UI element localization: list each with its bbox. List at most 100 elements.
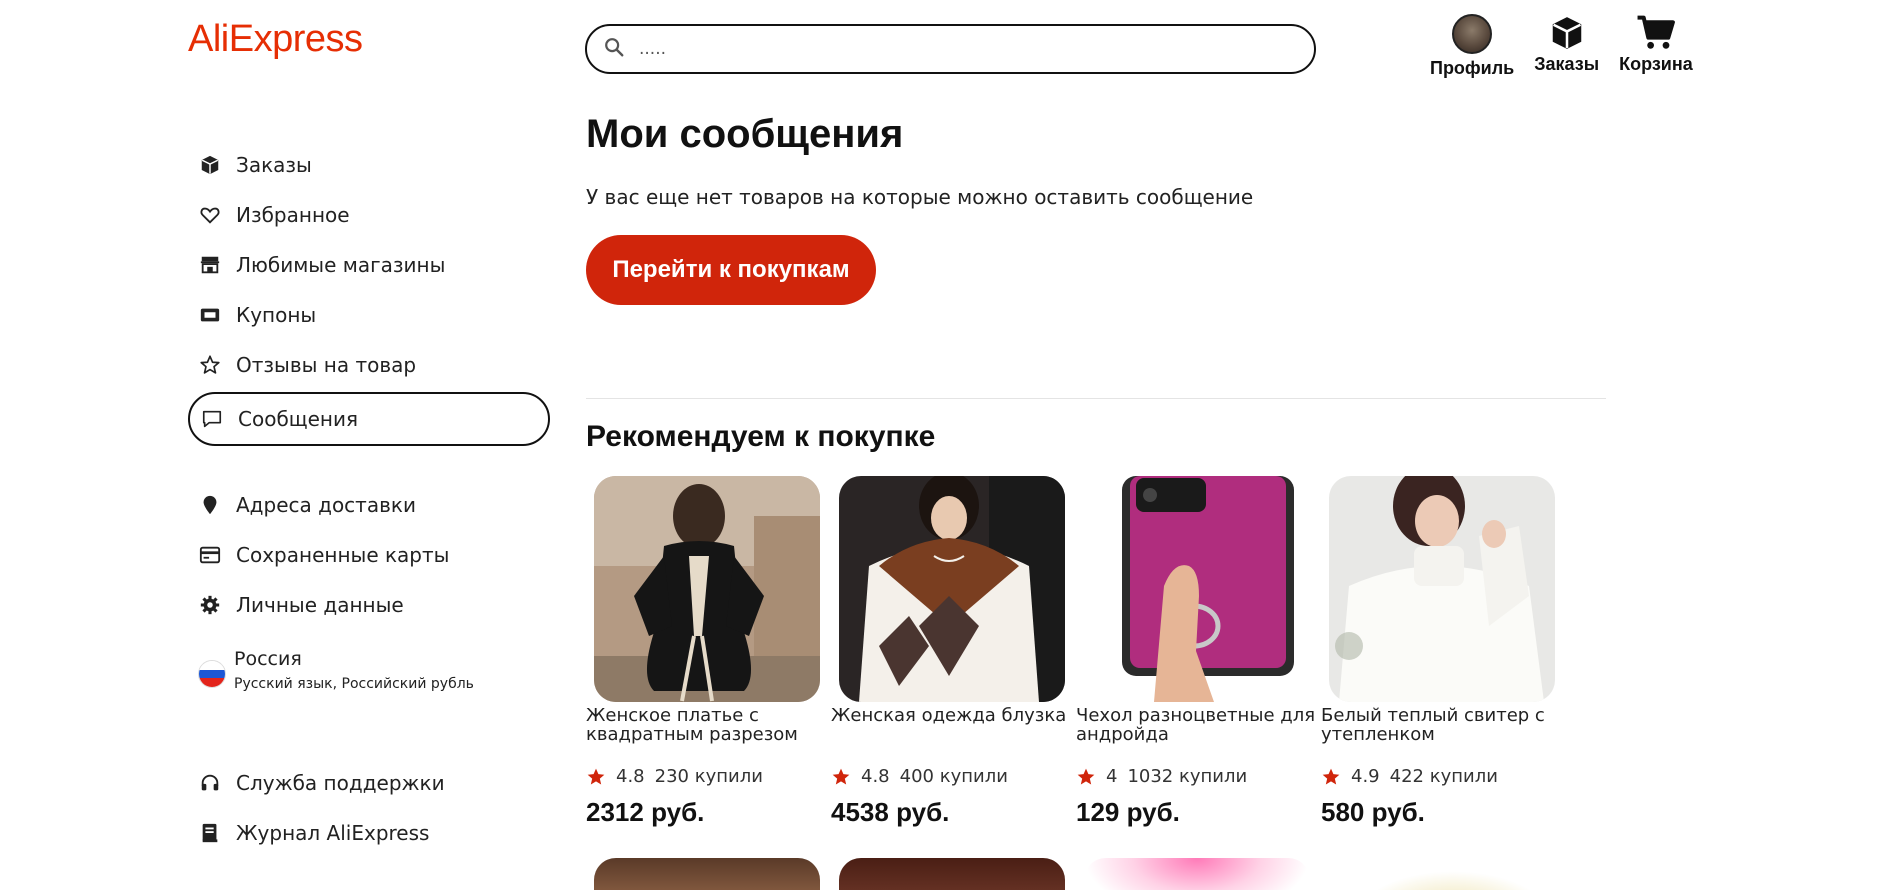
product-sold-count: 422 купили bbox=[1389, 766, 1498, 787]
profile-label: Профиль bbox=[1430, 58, 1515, 78]
headphones-icon bbox=[198, 771, 222, 795]
product-grid-row-2 bbox=[586, 858, 1566, 890]
sidebar-item-stores[interactable]: Любимые магазины bbox=[188, 240, 550, 290]
russia-flag-icon bbox=[198, 660, 226, 688]
sidebar-item-addresses[interactable]: Адреса доставки bbox=[188, 480, 550, 530]
product-price: 4538 руб. bbox=[831, 797, 950, 827]
message-icon bbox=[200, 407, 224, 431]
orders-link[interactable]: Заказы bbox=[1534, 12, 1599, 79]
sidebar-item-coupons[interactable]: Купоны bbox=[188, 290, 550, 340]
heart-icon bbox=[198, 203, 222, 227]
empty-state-text: У вас еще нет товаров на которые можно о… bbox=[586, 185, 1254, 209]
credit-card-icon bbox=[198, 543, 222, 567]
store-icon bbox=[198, 253, 222, 277]
main-content: Мои сообщения У вас еще нет товаров на к… bbox=[586, 112, 1606, 890]
product-card[interactable] bbox=[586, 858, 831, 890]
product-sold-count: 230 купили bbox=[654, 766, 763, 787]
search-icon[interactable] bbox=[603, 36, 625, 62]
product-card[interactable] bbox=[1076, 858, 1321, 890]
sidebar-item-cards[interactable]: Сохраненные карты bbox=[188, 530, 550, 580]
product-grid: Женское платье с квадратным разрезом 4.8… bbox=[586, 476, 1566, 828]
product-rating: 4.8 bbox=[861, 766, 890, 787]
product-card[interactable] bbox=[831, 858, 1076, 890]
sidebar-item-orders[interactable]: Заказы bbox=[188, 140, 550, 190]
sidebar-item-support[interactable]: Служба поддержки bbox=[188, 758, 550, 808]
location-pin-icon bbox=[198, 493, 222, 517]
product-price: 129 руб. bbox=[1076, 797, 1180, 827]
sidebar-item-label: Служба поддержки bbox=[236, 771, 445, 795]
sidebar: Заказы Избранное Любимые магазины Купоны… bbox=[188, 140, 550, 858]
box-icon bbox=[198, 153, 222, 177]
orders-label: Заказы bbox=[1534, 54, 1600, 74]
product-card[interactable]: Белый теплый свитер с утепленком 4.9 422… bbox=[1321, 476, 1566, 828]
header-nav: Профиль Заказы Корзина bbox=[1430, 12, 1713, 79]
star-icon bbox=[832, 768, 850, 784]
recommendations-title: Рекомендуем к покупке bbox=[586, 420, 936, 453]
product-card[interactable]: Чехол разноцветные для андройда 4 1032 к… bbox=[1076, 476, 1321, 828]
product-image[interactable] bbox=[1084, 858, 1310, 890]
product-image[interactable] bbox=[594, 476, 820, 702]
product-image[interactable] bbox=[839, 858, 1065, 890]
product-name[interactable]: Женская одежда блузка bbox=[831, 706, 1071, 746]
locale-country: Россия bbox=[234, 648, 302, 670]
star-icon bbox=[1077, 768, 1095, 784]
product-meta: 4.8 230 купили bbox=[586, 766, 831, 787]
divider bbox=[586, 398, 1606, 399]
product-rating: 4 bbox=[1106, 766, 1118, 787]
sidebar-item-label: Сообщения bbox=[238, 407, 359, 431]
product-image[interactable] bbox=[839, 476, 1065, 702]
box-icon bbox=[1548, 12, 1586, 54]
locale-selector[interactable]: Россия Русский язык, Российский рубль bbox=[188, 648, 550, 708]
sidebar-item-journal[interactable]: Журнал AliExpress bbox=[188, 808, 550, 858]
product-rating: 4.8 bbox=[616, 766, 645, 787]
product-image[interactable] bbox=[1329, 476, 1555, 702]
book-icon bbox=[198, 821, 222, 845]
sidebar-item-label: Заказы bbox=[236, 153, 312, 177]
product-name[interactable]: Чехол разноцветные для андройда bbox=[1076, 706, 1316, 746]
product-card[interactable]: Женское платье с квадратным разрезом 4.8… bbox=[586, 476, 831, 828]
sidebar-item-personal[interactable]: Личные данные bbox=[188, 580, 550, 630]
sidebar-item-messages[interactable]: Сообщения bbox=[188, 392, 550, 446]
sidebar-item-label: Личные данные bbox=[236, 593, 404, 617]
star-icon bbox=[1322, 768, 1340, 784]
sidebar-item-label: Адреса доставки bbox=[236, 493, 416, 517]
product-image[interactable] bbox=[594, 858, 820, 890]
product-image[interactable] bbox=[1084, 476, 1310, 702]
product-sold-count: 400 купили bbox=[899, 766, 1008, 787]
product-meta: 4.8 400 купили bbox=[831, 766, 1076, 787]
product-card[interactable] bbox=[1321, 858, 1566, 890]
sidebar-item-reviews[interactable]: Отзывы на товар bbox=[188, 340, 550, 390]
search-bar[interactable] bbox=[585, 24, 1316, 74]
sidebar-item-label: Журнал AliExpress bbox=[236, 821, 430, 845]
product-price: 2312 руб. bbox=[586, 797, 705, 827]
sidebar-item-label: Любимые магазины bbox=[236, 253, 446, 277]
sidebar-item-label: Купоны bbox=[236, 303, 317, 327]
avatar[interactable] bbox=[1452, 14, 1493, 54]
product-meta: 4 1032 купили bbox=[1076, 766, 1321, 787]
product-image[interactable] bbox=[1329, 858, 1555, 890]
cart-link[interactable]: Корзина bbox=[1619, 12, 1693, 79]
aliexpress-logo[interactable]: AliExpress bbox=[188, 18, 363, 61]
page-title: Мои сообщения bbox=[586, 112, 904, 156]
sidebar-item-label: Сохраненные карты bbox=[236, 543, 450, 567]
star-icon bbox=[587, 768, 605, 784]
product-meta: 4.9 422 купили bbox=[1321, 766, 1566, 787]
gear-icon bbox=[198, 593, 222, 617]
product-price: 580 руб. bbox=[1321, 797, 1425, 827]
sidebar-item-label: Отзывы на товар bbox=[236, 353, 417, 377]
locale-language-currency: Русский язык, Российский рубль bbox=[234, 676, 474, 692]
star-outline-icon bbox=[198, 353, 222, 377]
product-name[interactable]: Женское платье с квадратным разрезом bbox=[586, 706, 826, 746]
cart-icon bbox=[1636, 12, 1676, 54]
coupon-icon bbox=[198, 303, 222, 327]
product-rating: 4.9 bbox=[1351, 766, 1380, 787]
product-sold-count: 1032 купили bbox=[1127, 766, 1248, 787]
cart-label: Корзина bbox=[1619, 54, 1693, 74]
product-card[interactable]: Женская одежда блузка 4.8 400 купили 453… bbox=[831, 476, 1076, 828]
sidebar-item-favorites[interactable]: Избранное bbox=[188, 190, 550, 240]
sidebar-item-label: Избранное bbox=[236, 203, 350, 227]
go-shopping-button[interactable]: Перейти к покупкам bbox=[586, 235, 876, 305]
search-input[interactable] bbox=[639, 39, 1279, 59]
product-name[interactable]: Белый теплый свитер с утепленком bbox=[1321, 706, 1561, 746]
profile-link[interactable]: Профиль bbox=[1430, 14, 1514, 79]
